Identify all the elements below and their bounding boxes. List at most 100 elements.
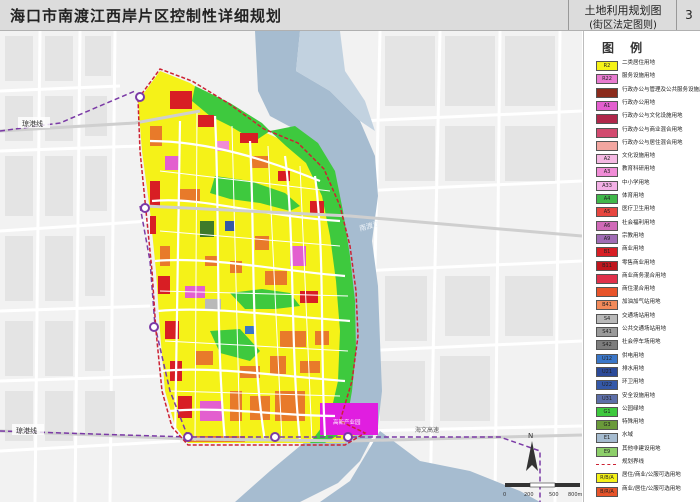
legend-swatch: U21	[596, 366, 618, 377]
legend-swatch: A2	[596, 154, 618, 165]
legend-label: 居住/商业/公服可选用地	[622, 472, 681, 479]
legend-label: 行政办公用地	[622, 99, 656, 106]
scale-label-3: 800m	[568, 492, 582, 498]
legend-item: U22 环卫用地	[596, 379, 700, 391]
scale-label-0: 0	[503, 492, 506, 498]
legend-item: 商业商务混合用地	[596, 272, 700, 284]
legend-label: 其他非建设用地	[622, 445, 661, 452]
legend-swatch: E9	[596, 446, 618, 457]
legend-swatch: R22	[596, 74, 618, 85]
plan-title: 海口市南渡江西岸片区控制性详细规划	[10, 7, 283, 25]
legend-item: U21 排水用地	[596, 365, 700, 377]
legend-label: 零售商业用地	[622, 259, 656, 266]
legend-item: 行政办公与文化设施用地	[596, 113, 700, 125]
legend-label: 服务设施用地	[622, 73, 656, 80]
bottom-block-label: 高新产业园	[333, 418, 361, 426]
legend-label: 供电用地	[622, 352, 645, 359]
legend-label: 医疗卫生用地	[622, 206, 656, 213]
legend-swatch: A9	[596, 233, 618, 244]
legend-item: 行政办公与管理及公共服务设施用地	[596, 86, 700, 98]
legend-swatch: A5	[596, 207, 618, 218]
legend-item: A5 医疗卫生用地	[596, 206, 700, 218]
legend-swatch: B/R/A	[596, 486, 618, 497]
legend-swatch: R/B/A	[596, 473, 618, 484]
legend-label: 特殊用地	[622, 419, 645, 426]
legend-label: 商业商务混合用地	[622, 272, 667, 279]
legend-item: R/B/A 居住/商业/公服可选用地	[596, 472, 700, 484]
legend-swatch	[596, 287, 618, 298]
legend-swatch: U22	[596, 380, 618, 391]
legend-swatch	[596, 273, 618, 284]
road-label-highway: 海文高速	[415, 426, 439, 434]
legend-item: 行政办公与居住混合用地	[596, 139, 700, 151]
legend-item: G1 公园绿地	[596, 405, 700, 417]
legend-swatch	[596, 127, 618, 138]
legend-swatch: G3	[596, 420, 618, 431]
legend-item: U12 供电用地	[596, 352, 700, 364]
legend-item: A3 教育科研用地	[596, 166, 700, 178]
sheet-subtitle: (街区法定图则)	[589, 20, 657, 31]
legend-label: 社会福利用地	[622, 219, 656, 226]
legend-item: 商住混合用地	[596, 286, 700, 298]
legend-item: B/R/A 商业/居住/公服可选用地	[596, 485, 700, 497]
legend-label: 规划界线	[622, 459, 645, 465]
legend-swatch	[596, 87, 618, 98]
legend-swatch: B1	[596, 247, 618, 258]
north-arrow: N	[526, 432, 538, 471]
legend-item: 规划界线	[596, 459, 700, 469]
legend-item: A33 中小学用地	[596, 179, 700, 191]
legend-swatch: B11	[596, 260, 618, 271]
legend-label: 行政办公与管理及公共服务设施用地	[622, 86, 700, 93]
legend-item: U31 安全设施用地	[596, 392, 700, 404]
legend-item: R2 二类居住用地	[596, 60, 700, 71]
legend-swatch: S42	[596, 340, 618, 351]
legend-swatch	[596, 464, 616, 465]
legend-label: 社会停车场用地	[622, 339, 661, 346]
land-use-map: 琼港线 琼港线 海文高速 南渡江 高新产业园 N 0 200 500 800m	[0, 31, 582, 502]
legend-item: S4 交通场站用地	[596, 312, 700, 324]
legend-item: A6 社会福利用地	[596, 219, 700, 231]
legend-label: 商业用地	[622, 246, 645, 253]
legend-swatch: R2	[596, 61, 618, 71]
legend-label: 公园绿地	[622, 405, 645, 412]
legend-swatch	[596, 140, 618, 151]
legend-item: B41 加油加气站用地	[596, 299, 700, 311]
scale-label-1: 200	[524, 492, 534, 498]
legend-item: A2 文化设施用地	[596, 153, 700, 165]
legend-label: 文化设施用地	[622, 153, 656, 160]
sheet-title-box: 土地利用规划图 (街区法定图则)	[568, 0, 677, 31]
legend-item: E9 其他非建设用地	[596, 445, 700, 457]
legend-item: A1 行政办公用地	[596, 99, 700, 111]
legend-label: 体育用地	[622, 193, 645, 199]
legend-label: 行政办公与文化设施用地	[622, 113, 683, 120]
legend-swatch: A3	[596, 167, 618, 178]
legend-item: R22 服务设施用地	[596, 73, 700, 85]
legend-label: 排水用地	[622, 365, 645, 372]
legend-label: 水域	[622, 432, 634, 439]
map-canvas: 琼港线 琼港线 海文高速 南渡江 高新产业园 N 0 200 500 800m	[0, 31, 582, 502]
legend-label: 安全设施用地	[622, 392, 656, 399]
legend-label: 行政办公与居住混合用地	[622, 139, 683, 146]
legend-label: 商住混合用地	[622, 286, 656, 293]
legend-item: E1 水域	[596, 432, 700, 444]
legend-label: 行政办公与商业混合用地	[622, 126, 683, 133]
legend-label: 教育科研用地	[622, 166, 656, 173]
legend-swatch: A33	[596, 180, 618, 191]
scale-label-2: 500	[549, 492, 559, 498]
legend-item: S41 公共交通场站用地	[596, 326, 700, 337]
legend-label: 交通场站用地	[622, 312, 656, 319]
legend-label: 中小学用地	[622, 179, 650, 186]
legend-label: 商业/居住/公服可选用地	[622, 485, 681, 492]
map-legend: 图 例 R2 二类居住用地 R22 服务设施用地行政办公与管理及公共服务设施用地 A1 行…	[583, 31, 700, 502]
legend-swatch: S4	[596, 313, 618, 324]
legend-swatch: B41	[596, 300, 618, 311]
legend-swatch: A1	[596, 100, 618, 111]
legend-item: B1 商业用地	[596, 246, 700, 258]
legend-item: G3 特殊用地	[596, 419, 700, 431]
legend-swatch: A4	[596, 194, 618, 204]
north-arrow-label: N	[528, 432, 533, 440]
legend-item: A4 体育用地	[596, 193, 700, 204]
legend-label: 环卫用地	[622, 379, 645, 386]
legend-label: 二类居住用地	[622, 60, 656, 66]
legend-label: 公共交通场站用地	[622, 326, 667, 332]
